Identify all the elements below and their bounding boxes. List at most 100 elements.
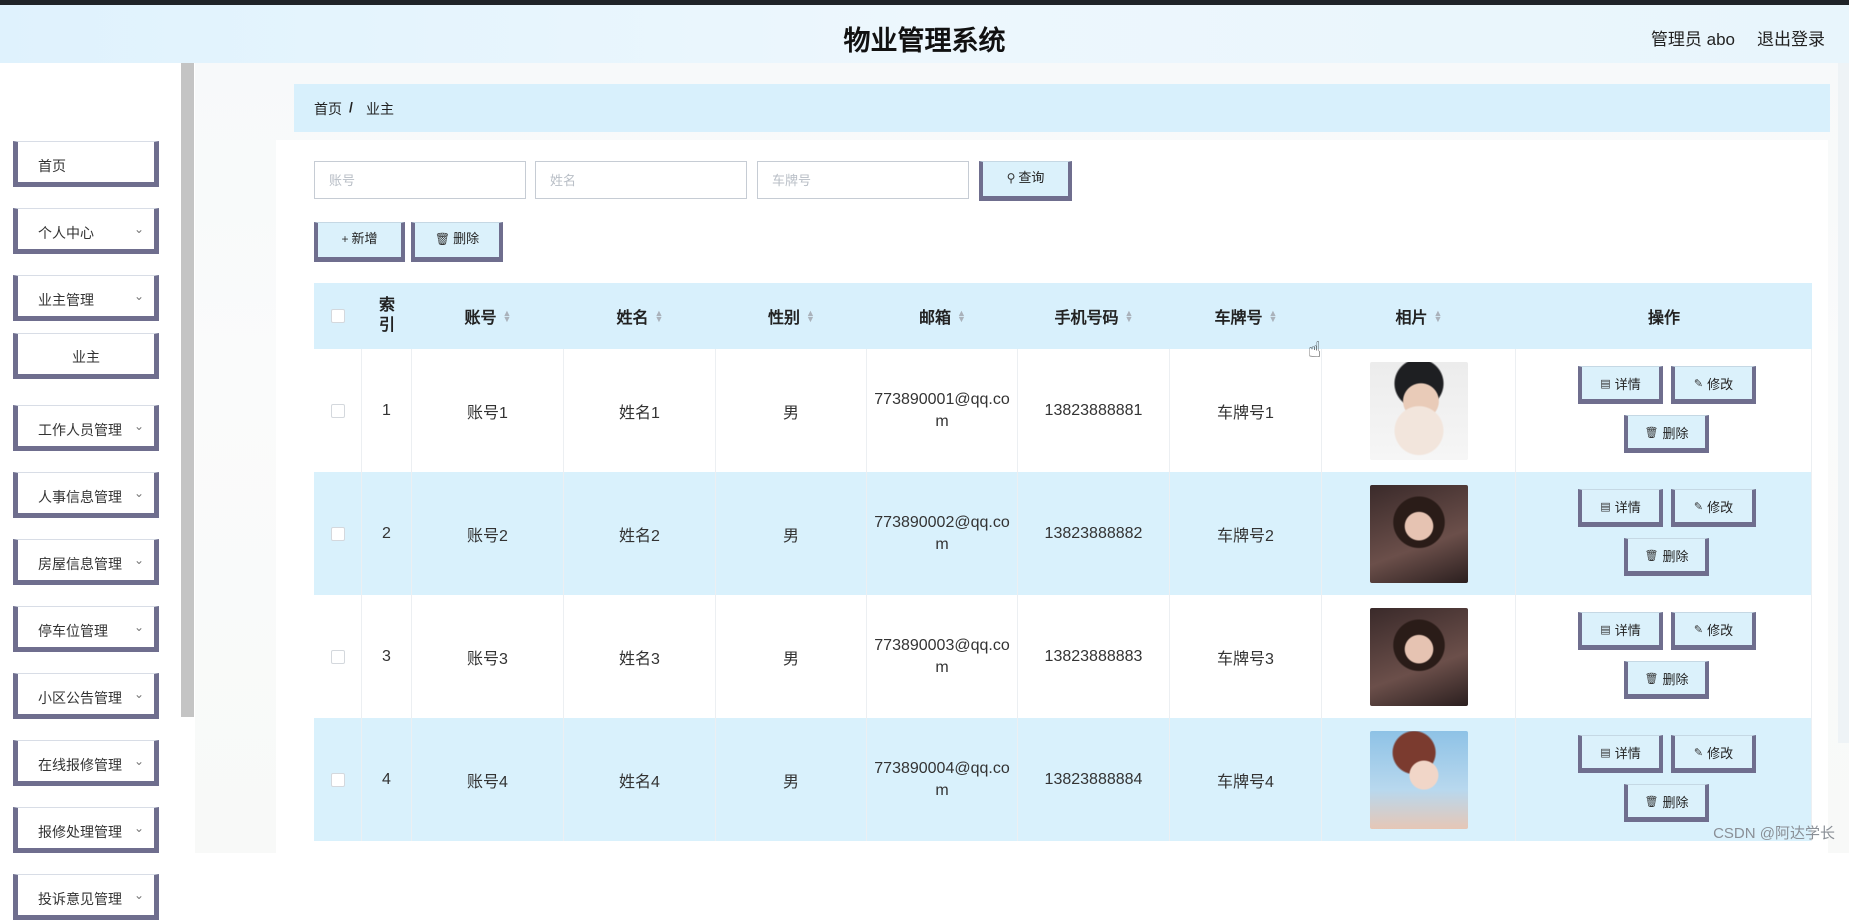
sidebar-scrollbar[interactable]: [181, 63, 194, 717]
table-row: 1 账号1 姓名1 男 773890001@qq.com 13823888881 车牌号1 ▤…: [314, 349, 1812, 472]
breadcrumb: 首页 / 业主: [294, 84, 1830, 132]
sort-caret-icon[interactable]: ▲ ▼: [1434, 309, 1443, 324]
cell-index: 4: [362, 718, 412, 841]
page-scrollbar-track[interactable]: [1838, 63, 1849, 743]
cell-index: 3: [362, 595, 412, 718]
cell-email: 773890001@qq.com: [867, 349, 1018, 472]
mouse-pointer-icon: ☝: [1308, 337, 1322, 362]
cell-account: 账号3: [412, 595, 564, 718]
query-button[interactable]: ⚲ 查询: [979, 161, 1072, 201]
sidebar-item[interactable]: 停车位管理 ⌄: [13, 606, 159, 652]
edit-button[interactable]: ✎ 修改: [1671, 612, 1756, 650]
edit-button-label: 修改: [1707, 376, 1734, 392]
cell-account: 账号1: [412, 349, 564, 472]
detail-button[interactable]: ▤ 详情: [1578, 366, 1663, 404]
header-photo[interactable]: 相片 ▲ ▼: [1322, 283, 1516, 349]
chevron-down-icon: ⌄: [133, 687, 144, 701]
header-name[interactable]: 姓名 ▲ ▼: [564, 283, 716, 349]
owner-photo[interactable]: [1369, 730, 1468, 829]
row-checkbox[interactable]: [330, 772, 345, 787]
pencil-icon: ✎: [1693, 623, 1704, 636]
chevron-down-icon: ⌄: [133, 821, 144, 835]
chevron-down-icon: ⌄: [133, 553, 144, 567]
sidebar-item[interactable]: 房屋信息管理 ⌄: [13, 539, 159, 585]
row-delete-button[interactable]: 🗑 删除: [1624, 538, 1709, 576]
cell-gender: 男: [716, 472, 867, 595]
row-delete-button-label: 删除: [1662, 548, 1689, 564]
sidebar-item[interactable]: 小区公告管理 ⌄: [13, 673, 159, 719]
detail-button[interactable]: ▤ 详情: [1578, 735, 1663, 773]
row-delete-button[interactable]: 🗑 删除: [1624, 661, 1709, 699]
header-gender[interactable]: 性别 ▲ ▼: [716, 283, 867, 349]
sort-caret-icon[interactable]: ▲ ▼: [806, 309, 815, 324]
header-email[interactable]: 邮箱 ▲ ▼: [867, 283, 1018, 349]
sidebar-item[interactable]: 业主管理 ⌄: [13, 275, 159, 321]
owner-photo[interactable]: [1369, 607, 1468, 706]
actions-cell: ▤ 详情 ✎ 修改 🗑 删除: [1516, 595, 1812, 718]
sort-caret-icon[interactable]: ▲ ▼: [1269, 309, 1278, 324]
sidebar-item[interactable]: 在线报修管理 ⌄: [13, 740, 159, 786]
logout-link[interactable]: 退出登录: [1757, 25, 1825, 50]
owner-photo[interactable]: [1369, 484, 1468, 583]
sidebar-item-label: 停车位管理: [38, 623, 108, 639]
sidebar-item[interactable]: 报修处理管理 ⌄: [13, 807, 159, 853]
header-actions-label: 操作: [1647, 310, 1680, 327]
table-row: 2 账号2 姓名2 男 773890002@qq.com 13823888882 车牌号2 ▤…: [314, 472, 1812, 595]
edit-button-label: 修改: [1707, 622, 1734, 638]
sidebar-item[interactable]: 工作人员管理 ⌄: [13, 405, 159, 451]
account-search-input[interactable]: [314, 161, 526, 199]
sidebar-item[interactable]: 业主: [13, 333, 159, 379]
row-delete-button[interactable]: 🗑 删除: [1624, 415, 1709, 453]
cell-name: 姓名3: [564, 595, 716, 718]
watermark: CSDN @阿达学长: [1713, 825, 1835, 842]
detail-button[interactable]: ▤ 详情: [1578, 612, 1663, 650]
sort-caret-icon[interactable]: ▲ ▼: [655, 309, 664, 324]
row-checkbox[interactable]: [330, 649, 345, 664]
chevron-down-icon: ⌄: [133, 486, 144, 500]
sidebar: 首页个人中心 ⌄ 业主管理 ⌄ 业主工作人员管理 ⌄ 人事信息管理 ⌄ 房屋信息管理 ⌄ 停车位管理…: [0, 63, 195, 920]
chevron-down-icon: ⌄: [133, 289, 144, 303]
edit-button[interactable]: ✎ 修改: [1671, 366, 1756, 404]
header-phone[interactable]: 手机号码 ▲ ▼: [1018, 283, 1170, 349]
header-account[interactable]: 账号 ▲ ▼: [412, 283, 564, 349]
cell-account: 账号4: [412, 718, 564, 841]
sort-caret-icon[interactable]: ▲ ▼: [957, 309, 966, 324]
owner-photo[interactable]: [1369, 361, 1468, 460]
cell-plate: 车牌号1: [1170, 349, 1322, 472]
sidebar-item[interactable]: 人事信息管理 ⌄: [13, 472, 159, 518]
select-all-checkbox[interactable]: [331, 309, 345, 323]
add-button[interactable]: + 新增: [314, 222, 405, 262]
plus-icon: +: [341, 232, 349, 246]
edit-button-label: 修改: [1707, 745, 1734, 761]
cell-name: 姓名4: [564, 718, 716, 841]
edit-button[interactable]: ✎ 修改: [1671, 489, 1756, 527]
sort-caret-icon[interactable]: ▲ ▼: [1125, 309, 1134, 324]
trash-icon: 🗑: [434, 232, 451, 246]
cell-name: 姓名2: [564, 472, 716, 595]
row-checkbox[interactable]: [330, 403, 345, 418]
name-search-input[interactable]: [535, 161, 747, 199]
row-delete-button-label: 删除: [1662, 671, 1689, 687]
photo-cell: [1322, 718, 1516, 841]
cell-gender: 男: [716, 718, 867, 841]
sidebar-item[interactable]: 首页: [13, 141, 159, 187]
chevron-down-icon: ⌄: [133, 888, 144, 902]
delete-button[interactable]: 🗑 删除: [411, 222, 503, 262]
row-delete-button[interactable]: 🗑 删除: [1624, 784, 1709, 822]
chevron-down-icon: ⌄: [133, 620, 144, 634]
chevron-down-icon: ⌄: [133, 222, 144, 236]
sidebar-item[interactable]: 个人中心 ⌄: [13, 208, 159, 254]
edit-button[interactable]: ✎ 修改: [1671, 735, 1756, 773]
plate-search-input[interactable]: [757, 161, 969, 199]
detail-button-label: 详情: [1614, 745, 1641, 761]
row-select-cell: [314, 595, 362, 718]
row-select-cell: [314, 472, 362, 595]
document-icon: ▤: [1600, 377, 1611, 390]
edit-button-label: 修改: [1707, 499, 1734, 515]
row-checkbox[interactable]: [330, 526, 345, 541]
detail-button[interactable]: ▤ 详情: [1578, 489, 1663, 527]
sidebar-item[interactable]: 投诉意见管理 ⌄: [13, 874, 159, 920]
breadcrumb-home[interactable]: 首页: [314, 99, 342, 119]
header-plate[interactable]: 车牌号 ▲ ▼: [1170, 283, 1322, 349]
sort-caret-icon[interactable]: ▲ ▼: [503, 309, 512, 324]
